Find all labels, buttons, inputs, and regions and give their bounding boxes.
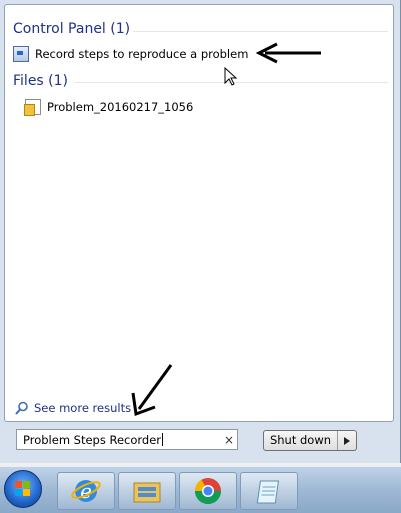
result-problem-file[interactable]: Problem_20160217_1056 xyxy=(24,96,194,118)
search-input[interactable]: Problem Steps Recorder × xyxy=(16,429,238,450)
taskbar-internet-explorer[interactable]: e xyxy=(57,472,115,510)
shutdown-options-button[interactable] xyxy=(337,431,356,450)
start-menu: Control Panel (1) Record steps to reprod… xyxy=(0,0,401,463)
shutdown-label[interactable]: Shut down xyxy=(264,431,337,450)
steps-recorder-icon xyxy=(13,46,29,62)
taskbar-chrome[interactable] xyxy=(179,472,237,510)
clear-search-icon[interactable]: × xyxy=(221,433,237,447)
mouse-pointer-icon xyxy=(224,67,238,86)
see-more-label: See more results xyxy=(34,401,132,415)
left-arrow-annotation xyxy=(255,42,321,64)
magnifier-icon xyxy=(15,401,28,415)
taskbar: e xyxy=(0,466,401,513)
search-results-pane: Control Panel (1) Record steps to reprod… xyxy=(4,4,394,422)
result-label: Record steps to reproduce a problem xyxy=(35,47,249,61)
files-group-header[interactable]: Files (1) xyxy=(13,71,68,91)
windows-explorer-icon xyxy=(133,482,161,503)
notepad-icon xyxy=(256,480,280,504)
control-panel-group-header[interactable]: Control Panel (1) xyxy=(13,19,130,39)
internet-explorer-icon: e xyxy=(71,479,101,503)
down-left-arrow-annotation xyxy=(131,364,173,417)
taskbar-windows-explorer[interactable] xyxy=(118,472,176,510)
windows-logo-icon xyxy=(15,481,30,496)
chevron-right-icon xyxy=(344,436,350,445)
zip-file-icon xyxy=(24,99,41,116)
shutdown-button[interactable]: Shut down xyxy=(263,430,357,451)
search-input-text[interactable]: Problem Steps Recorder xyxy=(17,432,221,447)
result-label: Problem_20160217_1056 xyxy=(47,100,194,114)
result-record-steps[interactable]: Record steps to reproduce a problem xyxy=(13,43,248,65)
group-divider xyxy=(133,31,388,32)
see-more-results-link[interactable]: See more results xyxy=(15,399,131,417)
chrome-icon xyxy=(194,478,222,505)
taskbar-notepad[interactable] xyxy=(240,472,298,510)
start-button[interactable] xyxy=(4,470,42,508)
